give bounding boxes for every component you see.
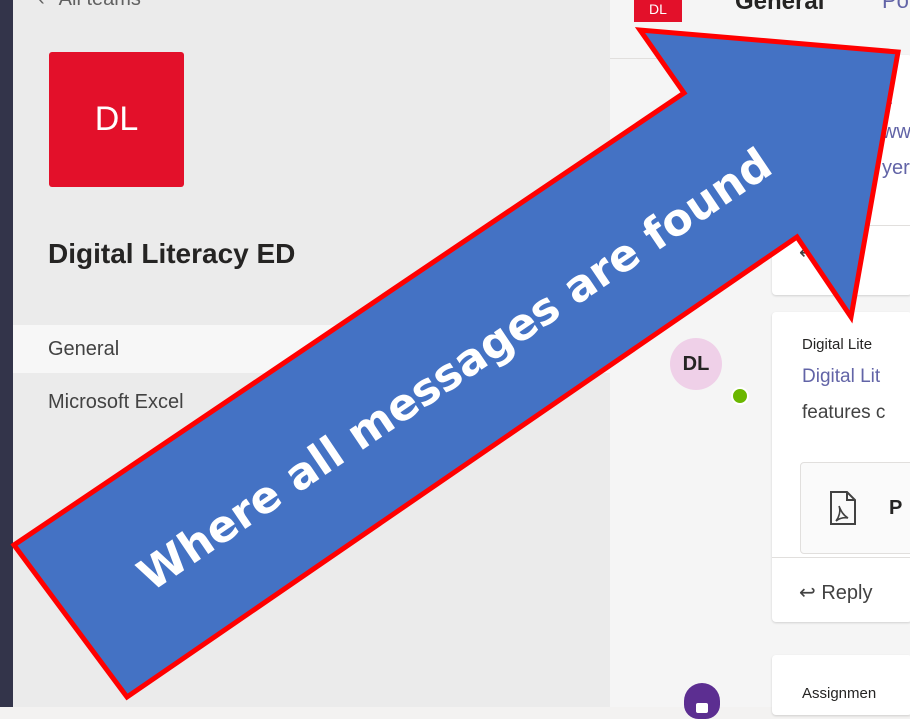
annotation-arrow [10,27,901,701]
